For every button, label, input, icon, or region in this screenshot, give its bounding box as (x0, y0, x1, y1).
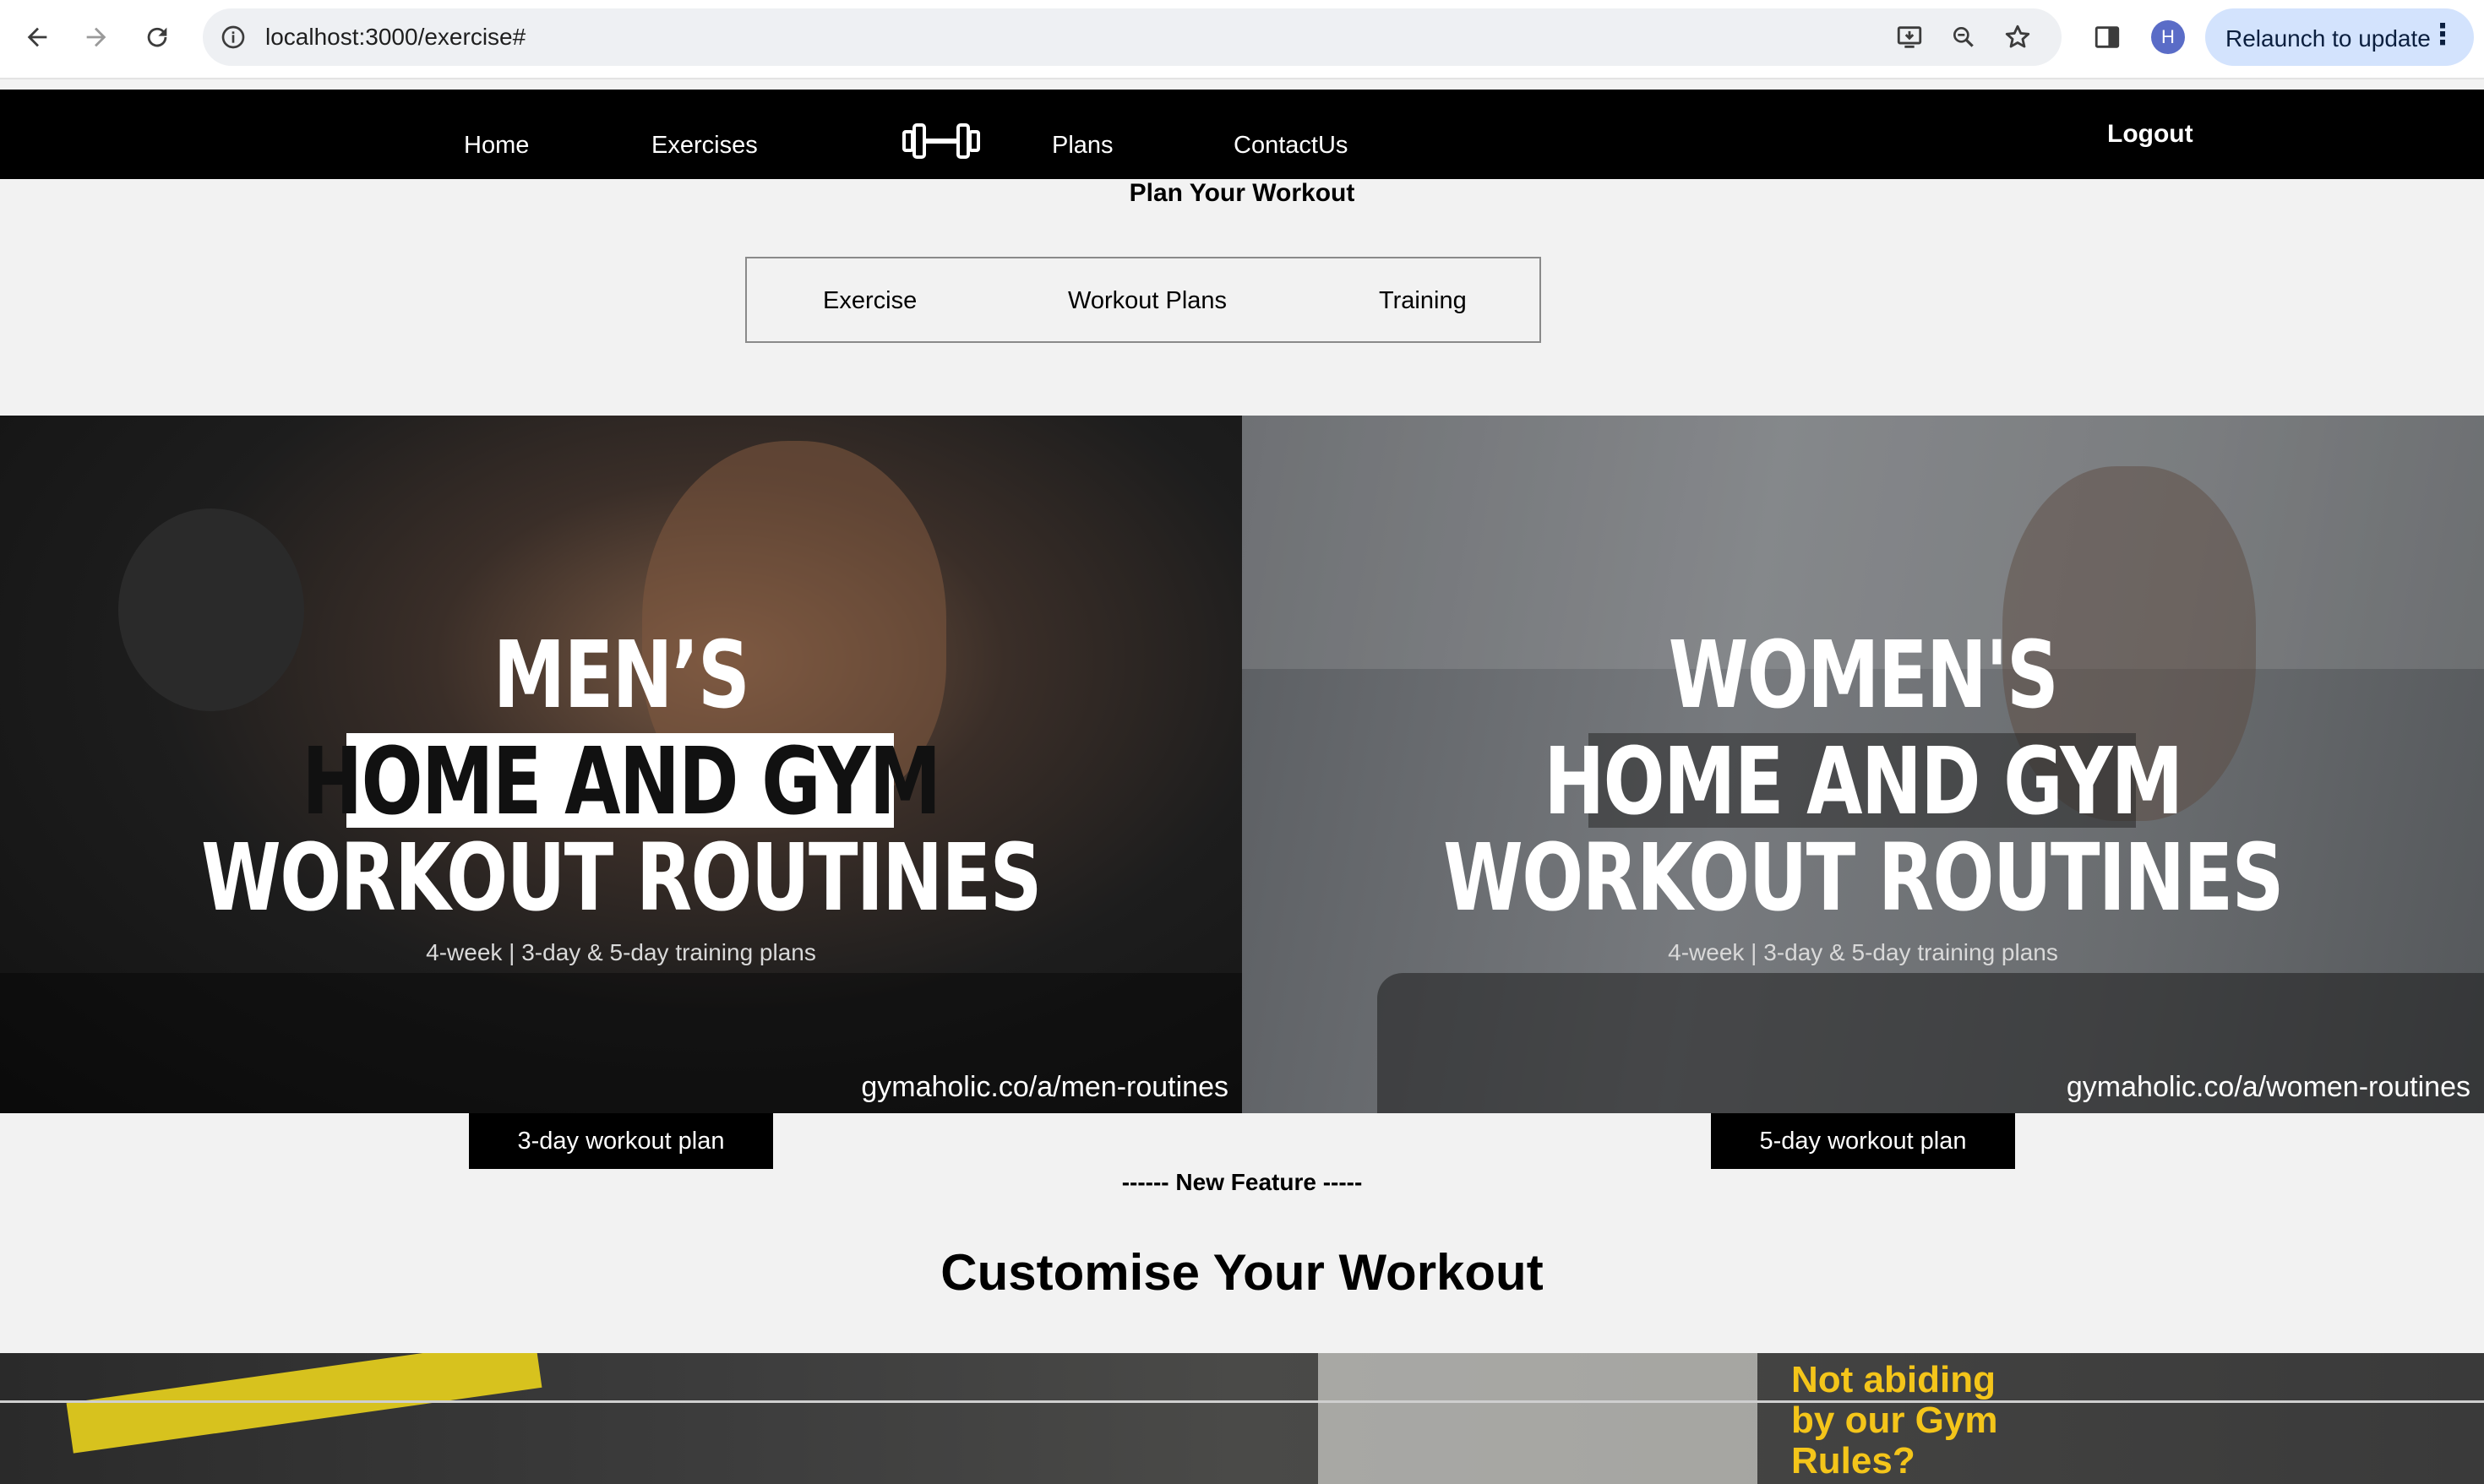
arrow-right-icon (86, 27, 106, 47)
address-bar[interactable]: localhost:3000/exercise# (203, 8, 2062, 66)
nav-plans[interactable]: Plans (1052, 132, 1114, 160)
back-button[interactable] (14, 14, 61, 61)
nav-home[interactable]: Home (464, 132, 529, 160)
forward-button[interactable] (73, 14, 120, 61)
tab-exercise[interactable]: Exercise (823, 287, 917, 315)
relaunch-label: Relaunch to update (2225, 25, 2431, 52)
arrow-left-icon (27, 27, 47, 47)
men-headline-line1: MEN’S (493, 621, 750, 729)
women-routines-link[interactable]: gymaholic.co/a/women-routines (2067, 1071, 2470, 1104)
url-text[interactable]: localhost:3000/exercise# (265, 24, 526, 51)
gym-poster-shape (1318, 1353, 1757, 1484)
nav-exercises[interactable]: Exercises (651, 132, 758, 160)
nav-contactus[interactable]: ContactUs (1234, 132, 1348, 160)
women-headline-line3: WORKOUT ROUTINES (1443, 824, 2284, 932)
divider (0, 1400, 2484, 1403)
side-panel-icon[interactable] (2089, 19, 2126, 56)
more-menu-icon[interactable]: ⋮ (2428, 20, 2457, 49)
dumbbell-logo-icon[interactable] (901, 120, 982, 162)
five-day-plan-button[interactable]: 5-day workout plan (1711, 1113, 2015, 1169)
new-feature-label: ------ New Feature ----- (1121, 1169, 1363, 1195)
men-routines-banner[interactable]: MEN’S HOME AND GYM WORKOUT ROUTINES 4-we… (0, 416, 1242, 1113)
site-navbar: Home Exercises Plans ContactUs Logout (0, 90, 2484, 179)
men-headline-line2: HOME AND GYM (302, 727, 941, 835)
men-routines-link[interactable]: gymaholic.co/a/men-routines (861, 1071, 1228, 1104)
bookmark-star-icon[interactable] (1999, 19, 2036, 56)
women-subtitle: 4-week | 3-day & 5-day training plans (1668, 939, 2058, 965)
men-subtitle: 4-week | 3-day & 5-day training plans (426, 939, 816, 965)
women-headline-line2: HOME AND GYM (1544, 727, 2183, 835)
plan-title: Plan Your Workout (1129, 179, 1355, 207)
customise-title: Customise Your Workout (940, 1244, 1544, 1301)
logout-link[interactable]: Logout (2107, 120, 2193, 149)
three-day-plan-button[interactable]: 3-day workout plan (469, 1113, 773, 1169)
planner-tabs: Exercise Workout Plans Training (745, 257, 1541, 343)
relaunch-button[interactable]: Relaunch to update ⋮ (2205, 8, 2474, 66)
reload-button[interactable] (133, 14, 181, 61)
browser-toolbar: localhost:3000/exercise# H Relaunch to u… (0, 0, 2484, 79)
gym-machine-shape (66, 1353, 542, 1454)
women-routines-banner[interactable]: WOMEN'S HOME AND GYM WORKOUT ROUTINES 4-… (1242, 416, 2484, 1113)
zoom-icon[interactable] (1945, 19, 1982, 56)
site-info-icon[interactable] (215, 19, 252, 56)
women-headline-line1: WOMEN'S (1668, 621, 2059, 729)
reload-icon (147, 27, 167, 47)
gym-image-strip: Not abiding by our Gym Rules? (0, 1353, 2484, 1484)
install-app-icon[interactable] (1891, 19, 1928, 56)
gym-rules-sign: Not abiding by our Gym Rules? (1791, 1359, 1998, 1481)
tab-workout-plans[interactable]: Workout Plans (1068, 287, 1227, 315)
tab-training[interactable]: Training (1379, 287, 1467, 315)
men-headline-line3: WORKOUT ROUTINES (201, 824, 1042, 932)
profile-avatar[interactable]: H (2151, 20, 2185, 54)
